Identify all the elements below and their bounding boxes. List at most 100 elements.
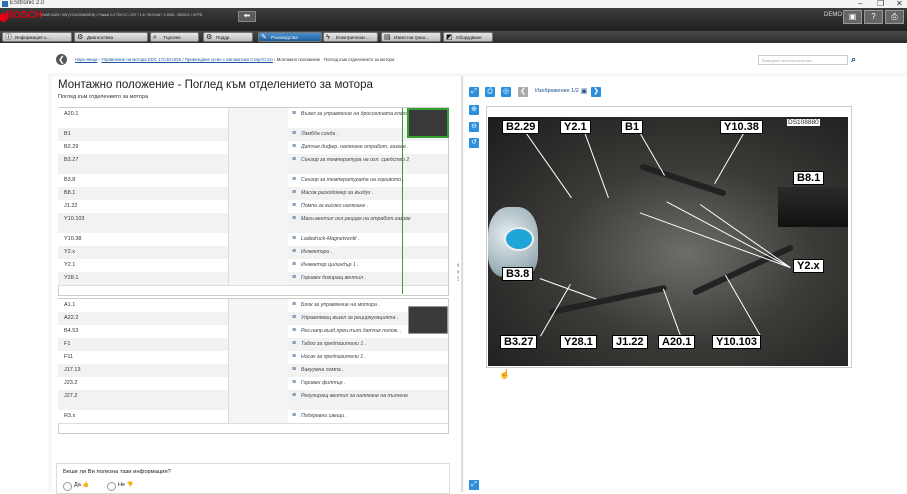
hotspot-label[interactable]: Y2.1	[560, 120, 591, 134]
menu-icon[interactable]: ≡	[292, 189, 296, 196]
next-image-button[interactable]: ❯	[591, 87, 601, 97]
menu-icon[interactable]: ≡	[292, 412, 296, 419]
legend-row[interactable]: A1.1 ≡ Блок за управление на мотора .	[58, 299, 448, 313]
tab-diagnostics[interactable]: ⚙ Диагностика	[74, 32, 148, 42]
search-icon[interactable]: ⌕	[851, 54, 856, 65]
hotspot-label[interactable]: Y10.103	[712, 335, 761, 349]
hotspot-label[interactable]: Y10.38	[720, 120, 763, 134]
hotspot-label[interactable]: B8.1	[793, 171, 825, 185]
legend-row[interactable]: B3.8 ≡ Сензор за температурата на горивото…	[58, 174, 448, 188]
search-input[interactable]: Въведете за пълнотекстов...	[758, 55, 848, 65]
expand-icon[interactable]: ⤢	[469, 480, 479, 490]
feedback-yes-radio[interactable]	[63, 482, 72, 491]
hotspot-label[interactable]: B1	[621, 120, 644, 134]
pane-divider[interactable]	[461, 76, 463, 492]
hotspot-label[interactable]: Y2.x	[793, 259, 824, 273]
menu-icon[interactable]: ≡	[292, 340, 296, 347]
breadcrumb-link-engine[interactable]: Управление на мотора EDC 17C46-UDS / При…	[101, 57, 273, 62]
legend-row[interactable]: B8.1 ≡ Масов разходомер за въздух .	[58, 187, 448, 201]
menu-icon[interactable]: ≡	[292, 215, 296, 222]
legend-row[interactable]: Y2.1 ≡ Инжектор цилиндър 1 .	[58, 259, 448, 273]
hotspot-label[interactable]: A20.1	[658, 335, 696, 349]
menu-icon[interactable]: ≡	[292, 248, 296, 255]
tab-electrical[interactable]: ϟ Електрически ...	[323, 32, 378, 42]
menu-icon[interactable]: ≡	[292, 353, 296, 360]
tab-manuals[interactable]: ✎ Ръководства	[258, 32, 322, 42]
previous-image-button[interactable]: ❮	[518, 87, 528, 97]
component-description[interactable]: Горивен дозиращ вентил .	[301, 275, 446, 281]
minimize-button[interactable]: –	[858, 0, 862, 8]
component-description[interactable]: Датчик.дифер. налягане отработ. газове .	[301, 144, 446, 150]
legend-row[interactable]: J23.2 ≡ Горивен филтър .	[58, 377, 448, 391]
legend-row[interactable]: B2.29 ≡ Датчик.дифер. налягане отработ. га…	[58, 141, 448, 155]
hotspot-label[interactable]: Y28.1	[560, 335, 597, 349]
legend-row[interactable]: F11 ≡ Носач за предпазители 1 .	[58, 351, 448, 365]
tab-known-errors[interactable]: ▤ Известни греш...	[381, 32, 441, 42]
legend-row[interactable]: J27.2 ≡ Регулиращ вентил за налягане на пъ…	[58, 390, 448, 411]
component-description[interactable]: Регулиращ вентил за налягане на пълнене	[301, 393, 446, 399]
legend-row[interactable]: Y10.103 ≡ Магн.вентил охл.рецирк.на отрабо…	[58, 213, 448, 234]
legend-row[interactable]: F1 ≡ Табло за предпазители 1 .	[58, 338, 448, 352]
menu-icon[interactable]: ≡	[292, 235, 296, 242]
menu-icon[interactable]: ≡	[292, 392, 296, 399]
fullscreen-icon[interactable]: ⤢	[469, 87, 479, 97]
component-description[interactable]: Инжектори .	[301, 249, 446, 255]
component-description[interactable]: Магн.вентил охл.рецирк.на отработ.газове	[301, 216, 446, 222]
component-description[interactable]: Ladedruck-Magnetventil .	[301, 236, 446, 242]
help-icon[interactable]: ?	[864, 10, 883, 24]
image-thumbnail-1[interactable]	[407, 108, 449, 138]
hotspot-label[interactable]: B2.29	[502, 120, 540, 134]
component-description[interactable]: Подгревни свещи .	[301, 413, 446, 419]
menu-icon[interactable]: ≡	[292, 261, 296, 268]
menu-icon[interactable]: ≡	[292, 156, 296, 163]
print-icon[interactable]: ⎙	[885, 10, 904, 24]
legend-row[interactable]: Y28.1 ≡ Горивен дозиращ вентил .	[58, 272, 448, 286]
legend-row[interactable]: J1.22 ≡ Помпа за високо налягане .	[58, 200, 448, 214]
menu-icon[interactable]: ≡	[292, 202, 296, 209]
camera-icon[interactable]: ▣	[843, 10, 862, 24]
hotspot-label[interactable]: B3.27	[500, 335, 538, 349]
component-description[interactable]: Сензор за температурата на горивото .	[301, 177, 446, 183]
menu-icon[interactable]: ≡	[292, 327, 296, 334]
menu-icon[interactable]: ≡	[292, 301, 296, 308]
legend-row[interactable]: A22.2 ≡ Управляващ възел за рециркулацията…	[58, 312, 448, 326]
component-description[interactable]: Вакуумна помпа .	[301, 367, 446, 373]
menu-icon[interactable]: ≡	[292, 110, 296, 117]
hotspot-label[interactable]: B3.8	[502, 267, 534, 281]
restore-button[interactable]: ❐	[877, 0, 884, 8]
legend-row[interactable]: Y2.x ≡ Инжектори .	[58, 246, 448, 260]
collapse-handle[interactable]: ‹ › ⁝	[457, 262, 462, 283]
zoom-in-icon[interactable]: ⊕	[469, 105, 479, 115]
menu-icon[interactable]: ≡	[292, 143, 296, 150]
legend-row[interactable]: B1 ≡ Ламбда сонда .	[58, 128, 448, 142]
menu-icon[interactable]: ≡	[292, 314, 296, 321]
legend-row[interactable]: J17.13 ≡ Вакуумна помпа .	[58, 364, 448, 378]
rotate-icon[interactable]: ↺	[469, 138, 479, 148]
legend-row[interactable]: R3.x ≡ Подгревни свещи .	[58, 410, 448, 424]
component-description[interactable]: Помпа за високо налягане .	[301, 203, 446, 209]
legend-row[interactable]: B3.27 ≡ Сензор за температура на охл. сред…	[58, 154, 448, 175]
component-description[interactable]: Носач за предпазители 1 .	[301, 354, 446, 360]
legend-row[interactable]: A20.1 ≡ Възел за управление на дросселната…	[58, 108, 448, 129]
menu-icon[interactable]: ≡	[292, 366, 296, 373]
feedback-no-radio[interactable]	[107, 482, 116, 491]
close-button[interactable]: ✕	[896, 0, 903, 8]
component-description[interactable]: Инжектор цилиндър 1 .	[301, 262, 446, 268]
print-image-icon[interactable]: ⎙	[485, 87, 495, 97]
component-description[interactable]: Табло за предпазители 1 .	[301, 341, 446, 347]
hotspot-label[interactable]: J1.22	[612, 335, 648, 349]
tab-search[interactable]: ⌕ Търсене	[150, 32, 199, 42]
legend-row[interactable]: Y10.38 ≡ Ladedruck-Magnetventil .	[58, 233, 448, 247]
tab-information[interactable]: ⓘ Информация з...	[2, 32, 72, 42]
tab-maintenance[interactable]: ⚙ Поддр.	[203, 32, 253, 42]
menu-icon[interactable]: ≡	[292, 274, 296, 281]
component-description[interactable]: Сензор за температура на охл. средство 2	[301, 157, 446, 163]
component-description[interactable]: Горивен филтър .	[301, 380, 446, 386]
component-description[interactable]: Масов разходомер за въздух .	[301, 190, 446, 196]
hotspot-toggle-icon[interactable]: ◎	[501, 87, 511, 97]
image-thumbnail-2[interactable]	[408, 306, 448, 334]
tab-equipment[interactable]: ◩ Оборудване	[443, 32, 493, 42]
legend-row[interactable]: B4.53 ≡ Рег.напр.възд.прен.пълн.датчик пол…	[58, 325, 448, 339]
menu-icon[interactable]: ≡	[292, 379, 296, 386]
breadcrumb-link-manuals[interactable]: Наръчници	[75, 57, 97, 62]
